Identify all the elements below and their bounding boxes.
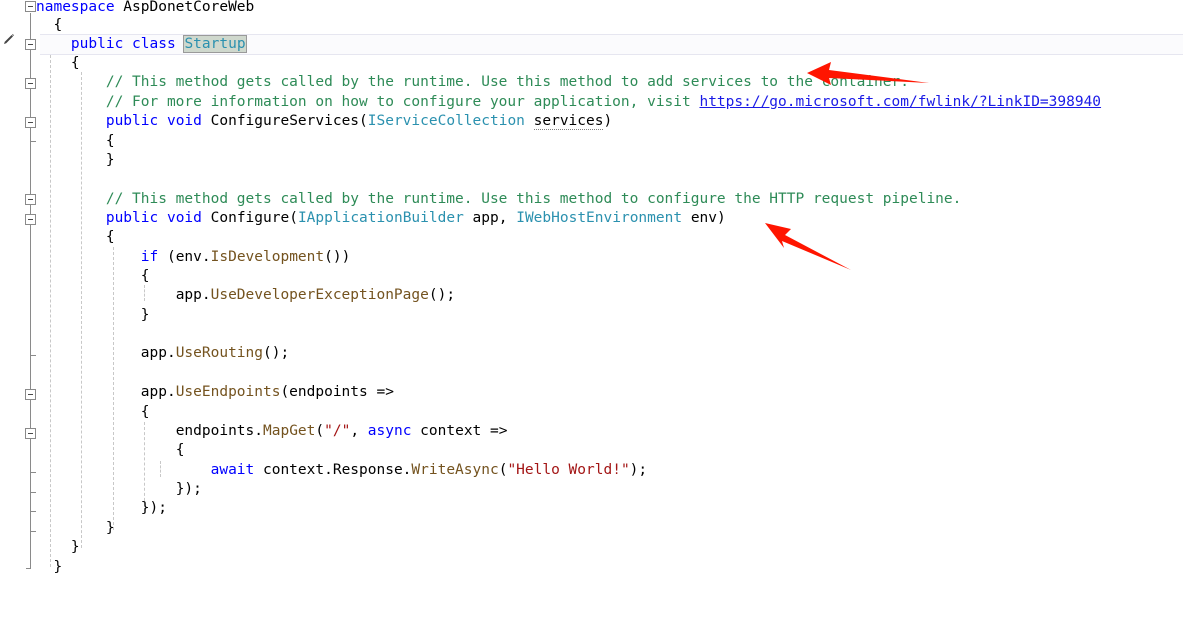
code-line-configureservices-decl[interactable]: public void ConfigureServices(IServiceCo… <box>36 112 612 132</box>
token-lambda-tail: (endpoints => <box>280 384 394 400</box>
token-method-usedeveloperexceptionpage: UseDeveloperExceptionPage <box>210 287 429 303</box>
token-call-tail: (); <box>428 287 456 303</box>
token-brace: } <box>105 152 115 168</box>
token-comment: // This method gets called by the runtim… <box>105 191 962 207</box>
hyperlink-fwlink[interactable]: https://go.microsoft.com/fwlink/?LinkID=… <box>699 94 1101 110</box>
token-param-app: app <box>472 210 499 226</box>
code-line-usedevexception[interactable]: app.UseDeveloperExceptionPage(); <box>36 286 455 306</box>
token-expr: (env. <box>158 249 211 265</box>
code-line[interactable]: }); <box>36 480 202 500</box>
code-line[interactable]: } <box>36 306 150 326</box>
token-keyword-if: if <box>140 249 159 265</box>
token-method-name: Configure <box>210 210 290 226</box>
code-line[interactable]: { <box>36 403 150 423</box>
token-comma: , <box>498 210 517 226</box>
code-line-comment-link[interactable]: // For more information on how to config… <box>36 93 1101 113</box>
token-expr-tail: ()) <box>324 249 351 265</box>
token-comment: // For more information on how to config… <box>105 94 700 110</box>
token-brace: { <box>105 229 115 245</box>
token-brace: { <box>53 17 63 33</box>
token-method-isdevelopment: IsDevelopment <box>210 249 325 265</box>
code-editor[interactable]: namespace AspDonetCoreWeb { public class… <box>0 0 1183 627</box>
token-method-useendpoints: UseEndpoints <box>175 384 281 400</box>
token-param-env: env <box>690 210 718 226</box>
token-type-iapplicationbuilder: IApplicationBuilder <box>297 210 464 226</box>
token-brace: } <box>105 520 115 536</box>
code-line-comment[interactable]: // This method gets called by the runtim… <box>36 73 909 93</box>
token-paren: ) <box>717 210 726 226</box>
token-brace: { <box>140 404 150 420</box>
token-namespace-name: AspDonetCoreWeb <box>114 0 255 15</box>
token-object-app: app. <box>140 345 176 361</box>
token-brace: } <box>70 539 80 555</box>
token-object-response: context.Response. <box>254 462 412 478</box>
code-line-if[interactable]: if (env.IsDevelopment()) <box>36 248 351 268</box>
token-string-route: "/" <box>324 423 351 439</box>
token-call-tail: (); <box>263 345 290 361</box>
code-line[interactable]: { <box>36 441 185 461</box>
code-line-mapget[interactable]: endpoints.MapGet("/", async context => <box>36 422 508 442</box>
token-method-name: ConfigureServices <box>210 113 360 129</box>
code-text-surface[interactable]: namespace AspDonetCoreWeb { public class… <box>0 0 1183 627</box>
token-method-userouting: UseRouting <box>175 345 263 361</box>
token-brace: } <box>140 307 150 323</box>
code-line-class-decl[interactable]: public class Startup <box>36 35 247 55</box>
token-brace: { <box>70 55 80 71</box>
token-keyword-public: public <box>105 210 159 226</box>
token-paren: ( <box>289 210 298 226</box>
token-keyword-void: void <box>166 210 202 226</box>
token-keyword-class: class <box>132 36 176 52</box>
token-brace: { <box>105 133 115 149</box>
token-type-iservicecollection: IServiceCollection <box>367 113 525 129</box>
code-line[interactable]: { <box>36 54 80 74</box>
code-line-configure-decl[interactable]: public void Configure(IApplicationBuilde… <box>36 209 726 229</box>
token-keyword-await: await <box>210 462 255 478</box>
token-keyword-async: async <box>367 423 412 439</box>
code-line[interactable]: } <box>36 538 80 558</box>
token-keyword-void: void <box>166 113 202 129</box>
code-line-comment[interactable]: // This method gets called by the runtim… <box>36 190 962 210</box>
code-line[interactable]: }); <box>36 499 167 519</box>
token-paren: ( <box>359 113 368 129</box>
token-comment: // This method gets called by the runtim… <box>105 74 909 90</box>
token-object-app: app. <box>140 384 176 400</box>
code-line[interactable]: { <box>36 228 115 248</box>
token-keyword-public: public <box>105 113 159 129</box>
code-line[interactable]: { <box>36 267 150 287</box>
token-call-tail: ); <box>629 462 648 478</box>
code-line-useendpoints[interactable]: app.UseEndpoints(endpoints => <box>36 383 394 403</box>
code-line[interactable]: namespace AspDonetCoreWeb <box>36 0 254 18</box>
token-brace: } <box>53 559 63 575</box>
token-paren: ( <box>315 423 325 439</box>
token-lambda-close: }); <box>175 481 202 497</box>
token-method-writeasync: WriteAsync <box>411 462 499 478</box>
token-keyword-public: public <box>70 36 124 52</box>
code-line[interactable]: { <box>36 132 115 152</box>
code-line-writeasync[interactable]: await context.Response.WriteAsync("Hello… <box>36 461 648 481</box>
selected-identifier-startup[interactable]: Startup <box>183 35 247 53</box>
token-comma: , <box>350 423 368 439</box>
token-brace: { <box>175 442 185 458</box>
token-paren: ) <box>603 113 613 129</box>
code-line[interactable]: { <box>36 16 62 36</box>
token-object-app: app. <box>175 287 211 303</box>
token-param-services: services <box>533 113 604 130</box>
token-lambda-tail: context => <box>411 423 508 439</box>
token-method-mapget: MapGet <box>263 423 316 439</box>
code-line[interactable]: } <box>36 558 62 578</box>
code-line[interactable]: } <box>36 151 115 171</box>
token-type-iwebhostenvironment: IWebHostEnvironment <box>516 210 683 226</box>
token-object-endpoints: endpoints. <box>175 423 263 439</box>
token-lambda-close: }); <box>140 500 167 516</box>
code-line-userouting[interactable]: app.UseRouting(); <box>36 344 289 364</box>
code-line[interactable]: } <box>36 519 115 539</box>
token-brace: { <box>140 268 150 284</box>
token-keyword: namespace <box>36 0 115 15</box>
token-string-helloworld: "Hello World!" <box>507 462 630 478</box>
